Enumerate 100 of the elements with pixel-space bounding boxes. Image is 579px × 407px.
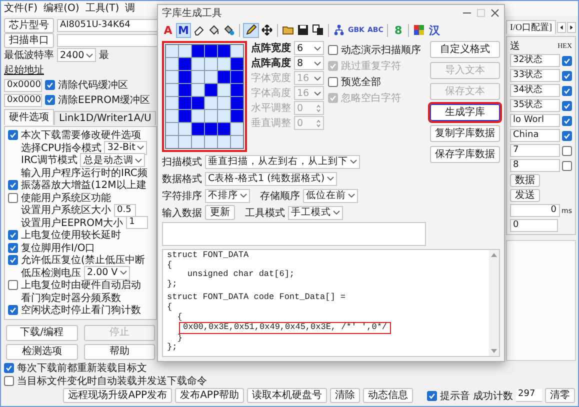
pixel-cell[interactable]	[166, 136, 178, 148]
pixel-cell[interactable]	[192, 84, 204, 96]
pixel-cell[interactable]	[166, 71, 178, 83]
send-text-field[interactable]: lo Worl	[510, 114, 560, 127]
toolbar-button[interactable]: 清除	[330, 388, 360, 403]
checkbox[interactable]	[4, 376, 14, 386]
checkbox[interactable]	[562, 116, 572, 126]
send-text-field[interactable]: 8	[510, 159, 560, 172]
pixel-cell[interactable]	[192, 45, 204, 57]
pixel-cell[interactable]	[218, 84, 230, 96]
scroll-down-icon[interactable]	[491, 349, 497, 353]
right-arrow-icon[interactable]	[567, 22, 576, 32]
pixel-cell[interactable]	[179, 97, 191, 109]
checkbox[interactable]	[328, 77, 338, 87]
pixel-cell[interactable]	[205, 110, 217, 122]
action-button[interactable]: 帮助	[84, 344, 155, 360]
send-text-field[interactable]: 33状态	[510, 69, 560, 82]
pixel-cell[interactable]	[166, 123, 178, 135]
dropdown[interactable]: 6	[294, 41, 324, 55]
toolbar-button[interactable]: M	[176, 22, 191, 38]
dropdown[interactable]: 垂直扫描，从左到右，从上到下	[205, 154, 360, 168]
checkbox[interactable]	[8, 192, 18, 203]
action-button[interactable]: 自定义格式	[430, 41, 500, 58]
toolbar-button[interactable]: A	[161, 22, 175, 38]
toolbar-button[interactable]: 汉	[427, 22, 442, 38]
pixel-cell[interactable]	[192, 110, 204, 122]
pixel-cell[interactable]	[231, 123, 243, 135]
address-field[interactable]: 0x0000	[4, 78, 42, 92]
pixel-cell[interactable]	[205, 71, 217, 83]
checkbox[interactable]	[8, 280, 18, 290]
checkbox[interactable]	[8, 230, 18, 240]
pixel-cell[interactable]	[231, 71, 243, 83]
pixel-cell[interactable]	[218, 123, 230, 135]
copy-tool-button[interactable]	[310, 22, 325, 38]
pixel-cell[interactable]	[218, 45, 230, 57]
pixel-cell[interactable]	[192, 97, 204, 109]
dropdown[interactable]: 不排序	[205, 188, 250, 202]
option-field[interactable]: 0.5	[114, 204, 136, 217]
action-button[interactable]: 检测选项	[6, 344, 78, 360]
option-field[interactable]: 1	[126, 216, 148, 230]
pixel-cell[interactable]	[218, 110, 230, 122]
dropdown[interactable]: 总是动态调	[80, 153, 146, 168]
checkbox[interactable]	[8, 255, 18, 266]
tree-tool-button[interactable]	[332, 22, 346, 38]
pixel-cell[interactable]	[218, 97, 230, 109]
close-button[interactable]	[490, 8, 500, 18]
update-button[interactable]: 更新	[205, 205, 235, 220]
pixel-cell[interactable]	[179, 45, 191, 57]
input-text-area[interactable]	[162, 222, 426, 246]
dropdown[interactable]: 低位在前	[303, 188, 358, 202]
pixel-cell[interactable]	[179, 84, 191, 96]
checkbox[interactable]	[8, 180, 18, 190]
send-text-field[interactable]: China	[510, 129, 560, 142]
menu-item[interactable]: 编程(O)	[40, 1, 82, 16]
count-field[interactable]: 297	[516, 389, 542, 402]
tab[interactable]: 硬件选项	[4, 109, 54, 125]
pixel-cell[interactable]	[192, 123, 204, 135]
checkbox[interactable]	[4, 362, 14, 372]
send-text-field[interactable]: 7	[510, 144, 560, 157]
checkbox[interactable]	[8, 305, 18, 316]
pixel-cell[interactable]	[231, 136, 243, 148]
pixel-cell[interactable]	[231, 110, 243, 122]
pixel-cell[interactable]	[218, 58, 230, 70]
palette-tool-button[interactable]	[412, 22, 426, 38]
pixel-cell[interactable]	[166, 97, 178, 109]
checkbox[interactable]	[328, 45, 338, 55]
checkbox[interactable]	[427, 390, 437, 400]
pixel-cell[interactable]	[179, 136, 191, 148]
pixel-cell[interactable]	[231, 45, 243, 57]
pixel-cell[interactable]	[205, 58, 217, 70]
dropdown[interactable]: C表格-格式1 (纯数据格式)	[205, 172, 337, 186]
checkbox[interactable]	[562, 86, 572, 96]
pencil-tool-button[interactable]	[242, 22, 259, 38]
pixel-cell[interactable]	[192, 71, 204, 83]
code-editor[interactable]: struct FONT_DATA { unsigned char dat[6]; }; struct FONT_DATA code Font_Data[] = { { 0x00,0x3E,0x51,0x49,0x45,0x3E, /*' ',0*/ } };	[162, 249, 500, 357]
toolbar-button[interactable]: 读取本机硬盘号	[247, 388, 327, 403]
dropdown[interactable]: 2.00 V	[84, 266, 130, 280]
send-text-field[interactable]: 34状态	[510, 84, 560, 97]
dropdown[interactable]: 手工模式	[288, 206, 343, 220]
chip-model-field[interactable]: AI8051U-34K64	[57, 18, 159, 32]
pixel-cell[interactable]	[205, 97, 217, 109]
pixel-cell[interactable]	[231, 58, 243, 70]
checkbox[interactable]	[562, 56, 572, 66]
pixel-cell[interactable]	[218, 136, 230, 148]
pixel-cell[interactable]	[218, 71, 230, 83]
maximize-button[interactable]	[476, 8, 486, 18]
left-arrow-icon[interactable]	[557, 22, 566, 32]
pixel-cell[interactable]	[179, 110, 191, 122]
pixel-cell[interactable]	[192, 136, 204, 148]
checkbox[interactable]	[562, 130, 572, 140]
pixel-cell[interactable]	[231, 97, 243, 109]
pixel-cell[interactable]	[166, 110, 178, 122]
pixel-cell[interactable]	[205, 45, 217, 57]
chip-model-button[interactable]: 芯片型号	[4, 18, 54, 32]
port-field[interactable]	[57, 34, 159, 46]
checkbox[interactable]	[45, 95, 55, 105]
checkbox[interactable]	[562, 160, 572, 170]
save-tool-button[interactable]	[296, 22, 310, 38]
move-tool-button[interactable]	[260, 22, 274, 38]
checkbox[interactable]	[45, 80, 55, 90]
